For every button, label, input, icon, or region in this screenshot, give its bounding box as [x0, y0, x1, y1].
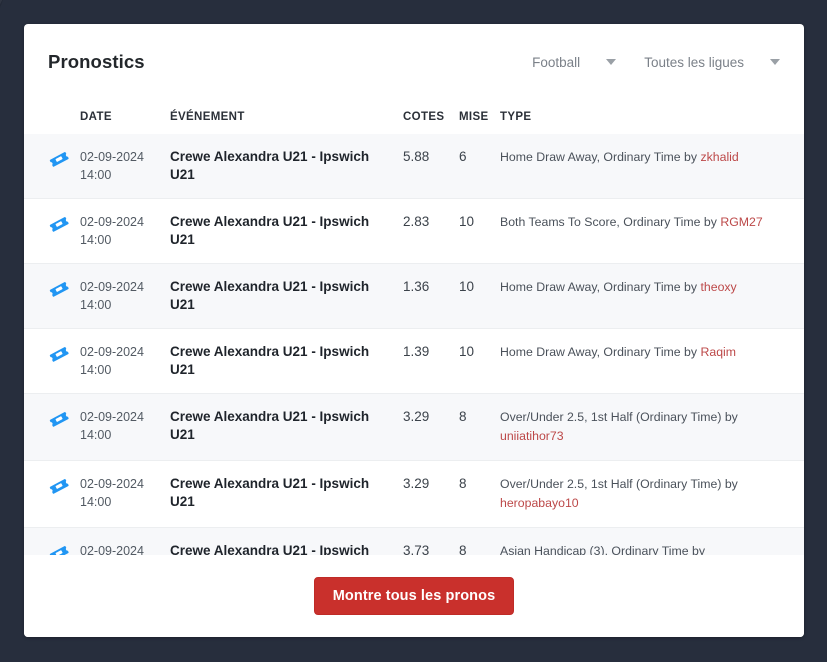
cell-odds: 1.36 — [403, 279, 430, 294]
column-header-type: TYPE — [500, 111, 532, 123]
chevron-down-icon — [606, 59, 617, 65]
bet-type-text: Home Draw Away, Ordinary Time by — [500, 345, 701, 359]
cell-stake: 8 — [459, 476, 467, 491]
table-row[interactable]: 02-09-2024 14:00 Crewe Alexandra U21 - Ips… — [24, 329, 804, 394]
cell-date: 02-09-2024 14:00 — [80, 278, 170, 314]
cell-date: 02-09-2024 14:00 — [80, 408, 170, 444]
cell-stake: 8 — [459, 409, 467, 424]
row-date: 02-09-2024 — [80, 150, 144, 164]
card-header: Pronostics Football Toutes les ligues — [24, 24, 804, 100]
user-link[interactable]: heropabayo10 — [500, 496, 579, 510]
user-link[interactable]: theoxy — [700, 280, 736, 294]
page-title: Pronostics — [48, 51, 145, 72]
ticket-icon — [48, 213, 80, 235]
table-row[interactable]: 02-09-2024 14:00 Crewe Alexandra U21 - Ips… — [24, 394, 804, 461]
chevron-down-icon — [770, 59, 780, 65]
cell-event[interactable]: Crewe Alexandra U21 - Ipswich U21 — [170, 148, 403, 184]
row-time: 14:00 — [80, 233, 112, 247]
bet-type-text: Over/Under 2.5, 1st Half (Ordinary Time)… — [500, 477, 738, 491]
cell-date: 02-09-2024 14:00 — [80, 148, 170, 184]
column-header-mise: MISE — [459, 111, 489, 123]
row-date: 02-09-2024 — [80, 215, 144, 229]
row-date: 02-09-2024 — [80, 477, 144, 491]
row-time: 14:00 — [80, 428, 112, 442]
cell-type: Both Teams To Score, Ordinary Time by RG… — [500, 213, 780, 232]
cell-event[interactable]: Crewe Alexandra U21 - Ipswich U21 — [170, 278, 403, 314]
cell-stake: 10 — [459, 279, 475, 294]
cell-stake: 10 — [459, 344, 475, 359]
cell-odds: 3.29 — [403, 409, 430, 424]
user-link[interactable]: Raqim — [700, 345, 736, 359]
table-body: 02-09-2024 14:00 Crewe Alexandra U21 - Ips… — [24, 134, 804, 595]
cell-odds: 1.39 — [403, 344, 430, 359]
ticket-icon — [48, 408, 80, 430]
row-time: 14:00 — [80, 363, 112, 377]
bet-type-text: Both Teams To Score, Ordinary Time by — [500, 215, 721, 229]
row-date: 02-09-2024 — [80, 345, 144, 359]
cell-type: Home Draw Away, Ordinary Time by zkhalid — [500, 148, 780, 167]
bet-type-text: Home Draw Away, Ordinary Time by — [500, 150, 701, 164]
sport-filter-label: Football — [532, 54, 581, 70]
card-footer: Montre tous les pronos — [24, 555, 804, 637]
cell-stake: 6 — [459, 149, 467, 164]
cell-event[interactable]: Crewe Alexandra U21 - Ipswich U21 — [170, 343, 403, 379]
table-header-row: DATE ÉVÉNEMENT COTES MISE TYPE — [24, 100, 804, 134]
league-filter-dropdown[interactable]: Toutes les ligues — [644, 55, 780, 70]
ticket-icon — [48, 148, 80, 170]
cell-type: Home Draw Away, Ordinary Time by Raqim — [500, 343, 780, 362]
row-time: 14:00 — [80, 168, 112, 182]
user-link[interactable]: zkhalid — [700, 150, 738, 164]
cell-date: 02-09-2024 14:00 — [80, 343, 170, 379]
row-time: 14:00 — [80, 298, 112, 312]
cell-odds: 3.29 — [403, 476, 430, 491]
cell-odds: 2.83 — [403, 214, 430, 229]
cell-event[interactable]: Crewe Alexandra U21 - Ipswich U21 — [170, 475, 403, 511]
ticket-icon — [48, 475, 80, 497]
column-header-cotes: COTES — [403, 111, 445, 123]
ticket-icon — [48, 278, 80, 300]
ticket-icon — [48, 343, 80, 365]
user-link[interactable]: RGM27 — [720, 215, 762, 229]
pronostics-card: Pronostics Football Toutes les ligues DA… — [24, 24, 804, 637]
user-link[interactable]: uniiatihor73 — [500, 429, 564, 443]
cell-odds: 5.88 — [403, 149, 430, 164]
column-header-date: DATE — [80, 111, 112, 123]
cell-stake: 10 — [459, 214, 475, 229]
league-filter-label: Toutes les ligues — [644, 54, 744, 70]
cell-event[interactable]: Crewe Alexandra U21 - Ipswich U21 — [170, 408, 403, 444]
row-date: 02-09-2024 — [80, 410, 144, 424]
sport-filter-dropdown[interactable]: Football — [532, 54, 617, 70]
cell-date: 02-09-2024 14:00 — [80, 213, 170, 249]
table-row[interactable]: 02-09-2024 14:00 Crewe Alexandra U21 - Ips… — [24, 264, 804, 329]
cell-date: 02-09-2024 14:00 — [80, 475, 170, 511]
column-header-event: ÉVÉNEMENT — [170, 111, 245, 123]
row-time: 14:00 — [80, 495, 112, 509]
bet-type-text: Home Draw Away, Ordinary Time by — [500, 280, 701, 294]
predictions-table: DATE ÉVÉNEMENT COTES MISE TYPE 02-09-202… — [24, 100, 804, 595]
show-all-predictions-button[interactable]: Montre tous les pronos — [313, 577, 515, 615]
cell-type: Home Draw Away, Ordinary Time by theoxy — [500, 278, 780, 297]
cell-event[interactable]: Crewe Alexandra U21 - Ipswich U21 — [170, 213, 403, 249]
cell-type: Over/Under 2.5, 1st Half (Ordinary Time)… — [500, 475, 780, 513]
cell-type: Over/Under 2.5, 1st Half (Ordinary Time)… — [500, 408, 780, 446]
table-row[interactable]: 02-09-2024 14:00 Crewe Alexandra U21 - Ips… — [24, 134, 804, 199]
table-row[interactable]: 02-09-2024 14:00 Crewe Alexandra U21 - Ips… — [24, 461, 804, 528]
header-filters: Football Toutes les ligues — [532, 55, 780, 70]
row-date: 02-09-2024 — [80, 280, 144, 294]
bet-type-text: Over/Under 2.5, 1st Half (Ordinary Time)… — [500, 410, 738, 424]
table-row[interactable]: 02-09-2024 14:00 Crewe Alexandra U21 - Ips… — [24, 199, 804, 264]
